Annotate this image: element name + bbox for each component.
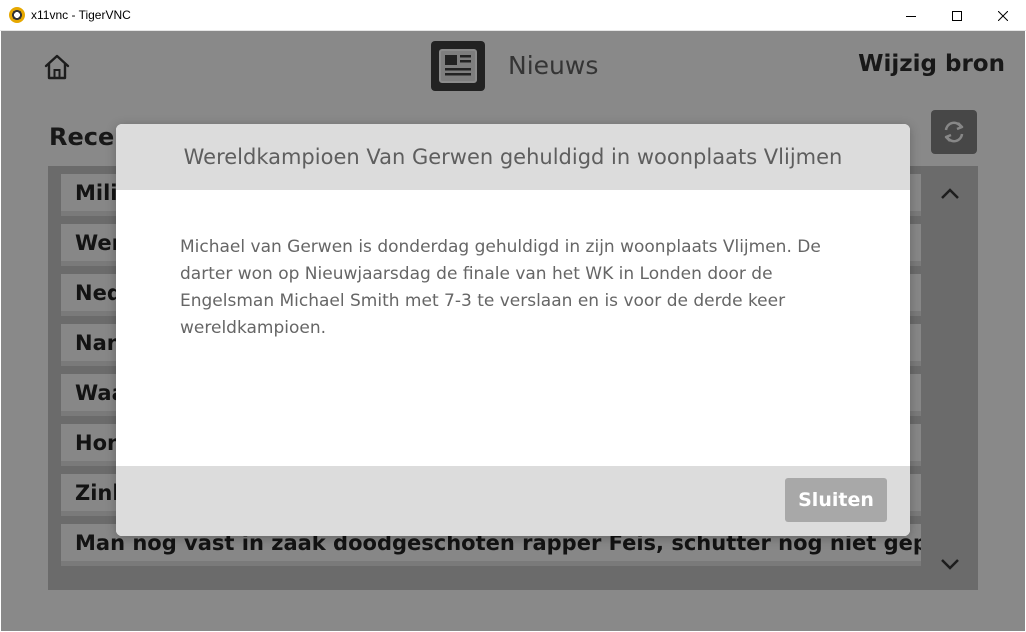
news-article-dialog: Wereldkampioen Van Gerwen gehuldigd in w… bbox=[116, 124, 910, 536]
maximize-button[interactable] bbox=[934, 0, 980, 31]
dialog-header: Wereldkampioen Van Gerwen gehuldigd in w… bbox=[116, 124, 910, 190]
window-controls bbox=[888, 0, 1026, 31]
maximize-icon bbox=[952, 10, 962, 21]
dialog-footer: Sluiten bbox=[116, 466, 910, 536]
dialog-title: Wereldkampioen Van Gerwen gehuldigd in w… bbox=[183, 145, 843, 169]
minimize-button[interactable] bbox=[888, 0, 934, 31]
window-title: x11vnc - TigerVNC bbox=[31, 8, 131, 22]
close-dialog-button[interactable]: Sluiten bbox=[785, 478, 887, 522]
minimize-icon bbox=[906, 15, 916, 17]
close-icon bbox=[998, 10, 1008, 21]
dialog-body-text: Michael van Gerwen is donderdag gehuldig… bbox=[180, 237, 821, 338]
window-titlebar: x11vnc - TigerVNC bbox=[0, 0, 1026, 31]
close-window-button[interactable] bbox=[980, 0, 1026, 31]
tigervnc-app-icon bbox=[9, 7, 25, 23]
